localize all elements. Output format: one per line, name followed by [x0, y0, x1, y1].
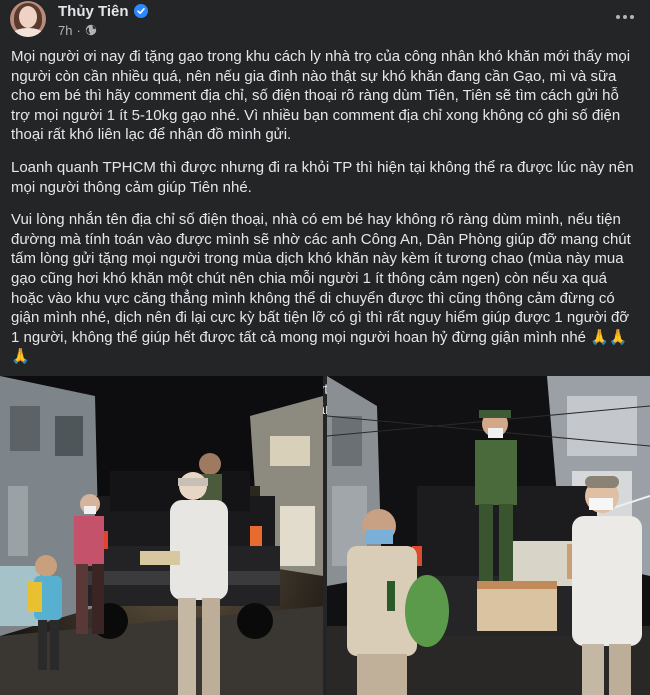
more-options-button[interactable] — [610, 2, 640, 32]
more-options-icon — [630, 15, 634, 19]
avatar-face — [19, 6, 37, 28]
post-header: Thủy Tiên 7h · — [0, 0, 650, 44]
author-row: Thủy Tiên — [58, 1, 148, 21]
globe-icon[interactable] — [85, 24, 97, 36]
post-timestamp[interactable]: 7h — [58, 23, 72, 38]
post-paragraph: Loanh quanh TPHCM thì được nhưng đi ra k… — [11, 158, 634, 196]
photo-grid — [0, 376, 650, 695]
post-paragraph: Vui lòng nhắn tên địa chỉ số điện thoại,… — [11, 211, 631, 366]
post-text: Mọi người ơi nay đi tặng gạo trong khu c… — [11, 47, 641, 432]
verified-badge-icon — [133, 4, 148, 18]
photo-right[interactable] — [327, 376, 650, 695]
photo-left[interactable] — [0, 376, 323, 695]
author-avatar[interactable] — [10, 1, 46, 37]
avatar-shoulder — [12, 28, 44, 37]
meta-separator: · — [76, 22, 81, 38]
more-options-icon — [623, 15, 627, 19]
post-meta: 7h · — [58, 22, 97, 38]
facebook-post: Thủy Tiên 7h · Mọi người ơi nay đi tặng … — [0, 0, 650, 695]
post-paragraph: Mọi người ơi nay đi tặng gạo trong khu c… — [11, 48, 631, 144]
author-name[interactable]: Thủy Tiên — [58, 3, 129, 20]
more-options-icon — [616, 15, 620, 19]
